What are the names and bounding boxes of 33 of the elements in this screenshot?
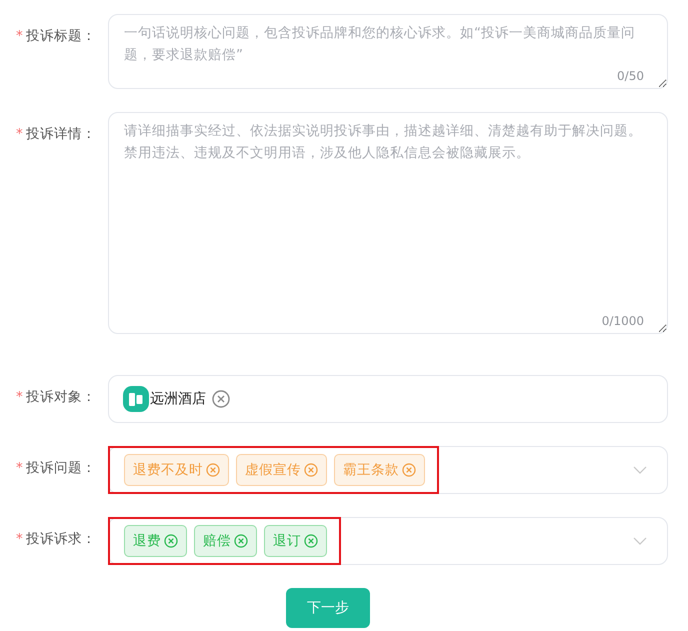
remove-icon[interactable] [304,463,318,477]
chevron-down-icon[interactable] [633,466,647,474]
chevron-down-icon[interactable] [633,537,647,545]
target-field[interactable]: 远洲酒店 [108,375,668,423]
tag[interactable]: 退订 [264,525,327,557]
target-name: 远洲酒店 [150,390,206,408]
tag[interactable]: 退费不及时 [124,454,229,486]
character-counter: 0/1000 [602,314,644,328]
remove-icon[interactable] [402,463,416,477]
field-label: 投诉详情： [26,125,96,143]
select-field[interactable]: 退费 赔偿 退订 [108,517,668,565]
field-label: 投诉诉求： [26,530,96,548]
remove-icon[interactable] [164,534,178,548]
required-mark: * [16,460,23,476]
tag[interactable]: 退费 [124,525,187,557]
tag[interactable]: 赔偿 [194,525,257,557]
required-mark: * [16,389,23,405]
remove-icon[interactable] [206,463,220,477]
logo-icon [123,386,149,412]
tag[interactable]: 虚假宣传 [236,454,327,486]
required-mark: * [16,28,23,44]
remove-icon[interactable] [304,534,318,548]
field-label: 投诉问题： [26,459,96,477]
field-label: 投诉对象： [26,388,96,406]
next-step-button[interactable]: 下一步 [286,588,370,628]
remove-icon[interactable] [234,534,248,548]
character-counter: 0/50 [617,69,644,83]
required-mark: * [16,531,23,547]
required-mark: * [16,126,23,142]
tag[interactable]: 霸王条款 [334,454,425,486]
field-label: 投诉标题： [26,27,96,45]
select-field[interactable]: 退费不及时 虚假宣传 霸王条款 [108,446,668,494]
remove-icon[interactable] [212,390,230,408]
